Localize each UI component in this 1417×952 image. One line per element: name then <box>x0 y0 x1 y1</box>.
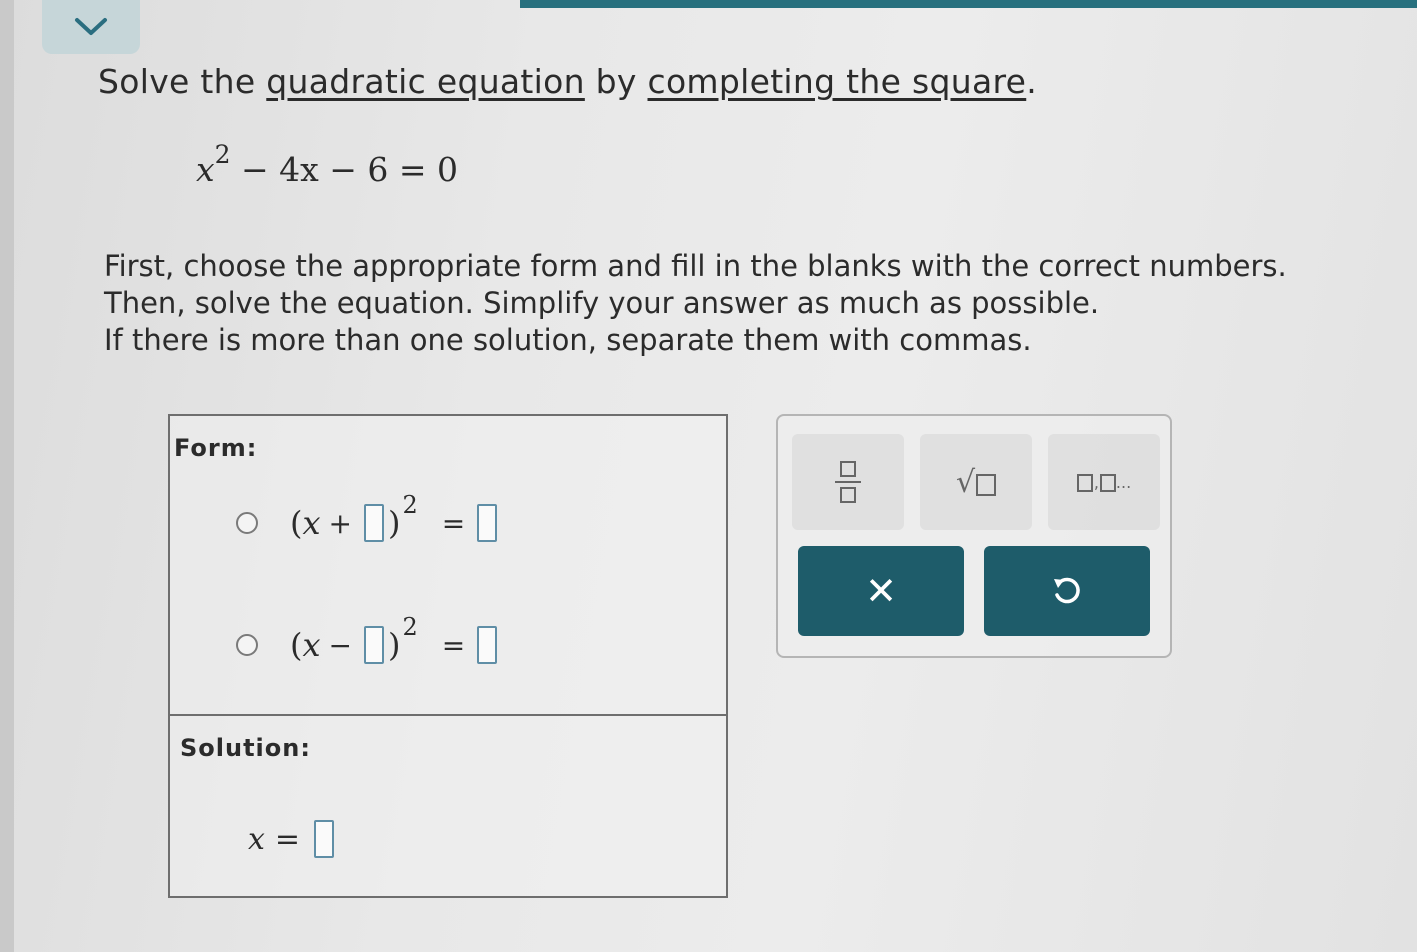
option-variable: x <box>302 626 321 664</box>
list-separator: , <box>1093 472 1099 492</box>
question-prompt: Solve the quadratic equation by completi… <box>98 62 1037 101</box>
option-exponent: 2 <box>402 613 418 641</box>
fraction-icon <box>835 461 861 503</box>
open-paren: ( <box>290 504 303 542</box>
form-option-plus[interactable]: (x +) 2 = <box>236 491 501 542</box>
quadratic-equation-link[interactable]: quadratic equation <box>266 62 585 101</box>
radio-button[interactable] <box>236 634 258 656</box>
solution-variable: x <box>248 821 265 857</box>
close-paren: ) <box>388 626 401 664</box>
solution-input[interactable] <box>314 820 335 858</box>
square-root-icon: √ <box>955 464 997 500</box>
prompt-text-start: Solve the <box>98 62 267 101</box>
option-operator: − <box>328 628 352 662</box>
blank-input[interactable] <box>364 626 384 664</box>
form-heading: Form: <box>174 434 258 462</box>
equation-variable: x <box>196 150 215 189</box>
given-equation: x2 − 4x − 6 = 0 <box>196 140 459 189</box>
chevron-down-icon <box>75 18 107 35</box>
solution-heading: Solution: <box>180 734 311 762</box>
form-option-minus[interactable]: (x −) 2 = <box>236 613 501 664</box>
instruction-line: Then, solve the equation. Simplify your … <box>104 286 1100 320</box>
left-edge <box>0 0 14 952</box>
list-icon: ,... <box>1076 472 1132 492</box>
equals-sign: = <box>441 506 466 540</box>
instruction-line: First, choose the appropriate form and f… <box>104 249 1287 283</box>
radical-symbol: √ <box>955 464 976 500</box>
radio-button[interactable] <box>236 512 258 534</box>
blank-input[interactable] <box>477 626 498 664</box>
option-exponent: 2 <box>402 491 418 519</box>
solution-line: x = <box>248 820 338 858</box>
close-icon: ✕ <box>865 570 897 613</box>
list-ellipsis: ... <box>1115 472 1132 492</box>
answer-box: Form: (x +) 2 = (x −) 2 = Solution: x = <box>168 414 728 898</box>
completing-the-square-link[interactable]: completing the square <box>648 62 1027 101</box>
undo-button[interactable] <box>984 546 1150 636</box>
prompt-text-end: . <box>1026 62 1038 101</box>
square-root-button[interactable]: √ <box>920 434 1032 530</box>
collapse-button[interactable] <box>42 0 140 54</box>
equals-sign: = <box>441 628 466 662</box>
undo-icon <box>1054 577 1080 604</box>
top-accent-bar <box>520 0 1417 8</box>
math-toolbar: √ ,... ✕ <box>776 414 1172 658</box>
equals-sign: = <box>274 821 301 857</box>
fraction-button[interactable] <box>792 434 904 530</box>
instruction-line: If there is more than one solution, sepa… <box>104 323 1032 357</box>
clear-button[interactable]: ✕ <box>798 546 964 636</box>
list-button[interactable]: ,... <box>1048 434 1160 530</box>
blank-input[interactable] <box>364 504 384 542</box>
option-variable: x <box>302 504 321 542</box>
open-paren: ( <box>290 626 303 664</box>
equation-exponent: 2 <box>214 140 231 169</box>
instructions: First, choose the appropriate form and f… <box>104 248 1287 359</box>
equation-rest: − 4x − 6 = 0 <box>230 150 459 189</box>
prompt-text-middle: by <box>584 62 648 101</box>
form-section: Form: (x +) 2 = (x −) 2 = <box>170 416 726 716</box>
option-operator: + <box>328 506 352 540</box>
blank-input[interactable] <box>477 504 498 542</box>
close-paren: ) <box>388 504 401 542</box>
